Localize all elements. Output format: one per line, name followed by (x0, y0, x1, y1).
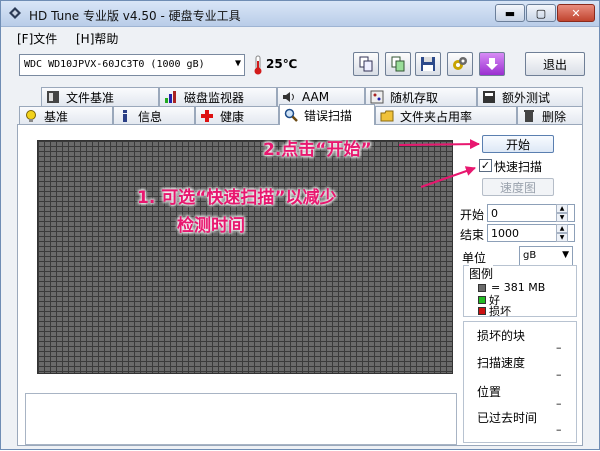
arrow-to-quick-scan (420, 166, 476, 188)
annotation-arrows (398, 139, 480, 188)
annotation-step-1-line1: 1. 可选“快速扫描”以减少 (137, 188, 337, 208)
tab-error-scan[interactable]: 错误扫描 (279, 104, 375, 125)
hdtune-window: HD Tune 专业版 v4.50 - 硬盘专业工具 ▬ ▢ ✕ [F]文件 [… (0, 0, 600, 450)
annotation-step-1-line2: 检测时间 (177, 216, 245, 236)
tab-label: 错误扫描 (304, 108, 353, 123)
annotation-step-2: 2.点击“开始” (263, 140, 372, 160)
arrow-to-start-button (398, 139, 480, 150)
magnifier-icon (284, 108, 298, 122)
